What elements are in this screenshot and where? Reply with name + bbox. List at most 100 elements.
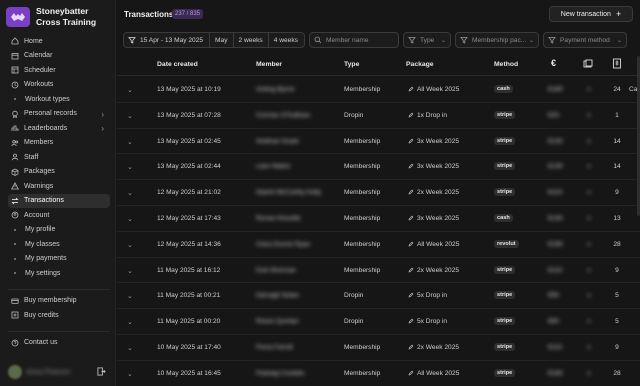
chevron-down-icon[interactable]: ⌄ xyxy=(127,189,134,197)
sidebar-item-workouts[interactable]: Workouts xyxy=(8,78,110,93)
sidebar-item-label: Leaderboards xyxy=(24,124,68,132)
chevron-down-icon[interactable]: ⌄ xyxy=(127,370,134,378)
sidebar-item-buy-credits[interactable]: Buy credits xyxy=(8,308,110,323)
dot-icon xyxy=(13,240,17,248)
column-type[interactable]: Type xyxy=(344,61,359,68)
date-cell: 10 May 2025 at 17:40 xyxy=(157,343,221,351)
chevron-down-icon[interactable]: ⌄ xyxy=(127,215,134,223)
avatar[interactable] xyxy=(8,365,22,379)
sidebar-item-my-settings[interactable]: My settings xyxy=(8,266,110,281)
date-cell: 13 May 2025 at 02:44 xyxy=(157,163,221,171)
chevron-down-icon[interactable]: ⌄ xyxy=(127,138,134,146)
package-name: 2x Week 2025 xyxy=(417,189,460,197)
member-cell[interactable]: Niamh McCarthy Kelly xyxy=(256,189,328,196)
sessions-icon[interactable] xyxy=(612,58,622,69)
sidebar-item-transactions[interactable]: Transactions xyxy=(8,193,110,208)
chevron-down-icon[interactable]: ⌄ xyxy=(127,86,134,94)
members-icon xyxy=(11,139,19,147)
sidebar-item-buy-membership[interactable]: Buy membership xyxy=(8,294,110,309)
member-cell[interactable]: Padraig Costello xyxy=(256,370,328,377)
chevron-right-icon[interactable]: › xyxy=(101,110,104,119)
chevron-down-icon[interactable]: ⌄ xyxy=(127,163,134,171)
page-title: Transactions xyxy=(124,10,174,19)
logout-icon[interactable] xyxy=(97,367,106,376)
sidebar-item-my-payments[interactable]: My payments xyxy=(8,252,110,267)
chevron-down-icon[interactable]: ⌄ xyxy=(127,292,134,300)
amount-cell: €180 xyxy=(548,369,563,377)
chevron-down-icon: ⌄ xyxy=(616,37,622,44)
date-range-filter[interactable]: 15 Apr - 13 May 2025 May 2 weeks 4 weeks xyxy=(123,32,305,48)
member-cell[interactable]: Siobhan Doyle xyxy=(256,138,328,145)
column-date-created[interactable]: Date created xyxy=(157,61,198,68)
type-filter[interactable]: Type ⌄ xyxy=(403,32,451,48)
sidebar-item-leaderboards[interactable]: Leaderboards › xyxy=(8,121,110,136)
type-cell: Membership xyxy=(344,163,381,171)
member-cell[interactable]: Cormac O'Sullivan xyxy=(256,112,328,119)
chevron-down-icon[interactable]: ⌄ xyxy=(127,318,134,326)
sidebar-item-my-classes[interactable]: My classes xyxy=(8,237,110,252)
member-cell[interactable]: Eoin Brennan xyxy=(256,267,328,274)
dot-icon xyxy=(13,95,17,103)
member-cell[interactable]: Aisling Byrne xyxy=(256,86,328,93)
blurred-value: ● xyxy=(587,343,591,351)
sidebar-item-my-profile[interactable]: My profile xyxy=(8,223,110,238)
sidebar-item-home[interactable]: Home xyxy=(8,34,110,49)
type-cell: Dropin xyxy=(344,292,364,300)
sidebar-item-scheduler[interactable]: Scheduler xyxy=(8,63,110,78)
table-row[interactable]: ⌄ 13 May 2025 at 10:19 Aisling Byrne Member… xyxy=(117,77,640,103)
chevron-down-icon[interactable]: ⌄ xyxy=(127,267,134,275)
package-cell: All Week 2025 xyxy=(408,241,459,248)
sidebar-item-personal-records[interactable]: Personal records › xyxy=(8,107,110,122)
table-row[interactable]: ⌄ 12 May 2025 at 21:02 Niamh McCarthy Kell… xyxy=(117,180,640,206)
sidebar-item-calendar[interactable]: Calendar xyxy=(8,49,110,64)
chevron-down-icon[interactable]: ⌄ xyxy=(127,241,134,249)
member-cell[interactable]: Ciara Dunne Ryan xyxy=(256,241,328,248)
table-row[interactable]: ⌄ 10 May 2025 at 17:40 Fiona Farrell Member… xyxy=(117,335,640,361)
table-row[interactable]: ⌄ 13 May 2025 at 07:28 Cormac O'Sullivan Dr… xyxy=(117,103,640,129)
chevron-down-icon[interactable]: ⌄ xyxy=(127,344,134,352)
member-cell[interactable]: Roisin Quinlan xyxy=(256,318,328,325)
method-badge: cash xyxy=(494,85,513,93)
table-row[interactable]: ⌄ 11 May 2025 at 00:21 Darragh Nolan Dropin… xyxy=(117,283,640,310)
chevron-down-icon[interactable]: ⌄ xyxy=(127,112,134,120)
payment-method-filter[interactable]: Payment method ⌄ xyxy=(543,32,627,48)
table-row[interactable]: ⌄ 11 May 2025 at 16:12 Eoin Brennan Members… xyxy=(117,258,640,284)
column-package[interactable]: Package xyxy=(406,61,434,68)
sidebar-item-members[interactable]: Members xyxy=(8,136,110,151)
table-row[interactable]: ⌄ 12 May 2025 at 14:36 Ciara Dunne Ryan Mem… xyxy=(117,232,640,258)
member-cell[interactable]: Ronan Kinsella xyxy=(256,215,328,222)
credits-icon[interactable] xyxy=(583,59,593,69)
sidebar-item-contact-us[interactable]: Contact us xyxy=(8,336,110,351)
member-cell[interactable]: Darragh Nolan xyxy=(256,292,328,299)
new-transaction-button[interactable]: New transaction + xyxy=(549,6,633,22)
blurred-value-cell: ● xyxy=(584,241,594,248)
sidebar-item-warnings[interactable]: Warnings xyxy=(8,179,110,194)
column-amount[interactable]: € xyxy=(551,58,556,68)
sidebar-item-label: My payments xyxy=(25,255,67,263)
table-row[interactable]: ⌄ 11 May 2025 at 00:20 Roisin Quinlan Dropi… xyxy=(117,309,640,335)
table-row[interactable]: ⌄ 12 May 2025 at 17:43 Ronan Kinsella Membe… xyxy=(117,206,640,232)
brand[interactable]: Stoneybatter Cross Training xyxy=(6,4,114,30)
sidebar-item-workout-types[interactable]: Workout types xyxy=(8,92,110,107)
column-method[interactable]: Method xyxy=(494,61,518,68)
preset-4-weeks[interactable]: 4 weeks xyxy=(267,33,303,47)
member-name-input[interactable]: Member name xyxy=(309,32,399,48)
method-badge: stripe xyxy=(494,291,516,300)
chevron-right-icon[interactable]: › xyxy=(101,124,104,133)
preset-may[interactable]: May xyxy=(209,33,232,47)
member-cell[interactable]: Fiona Farrell xyxy=(256,344,328,351)
sidebar-item-packages[interactable]: Packages xyxy=(8,165,110,180)
preset-2-weeks[interactable]: 2 weeks xyxy=(232,33,268,47)
member-cell[interactable]: Liam Walsh xyxy=(256,163,328,170)
table-row[interactable]: ⌄ 13 May 2025 at 02:45 Siobhan Doyle Member… xyxy=(117,129,640,155)
package-filter[interactable]: Membership pac... ⌄ xyxy=(455,32,539,48)
table-row[interactable]: ⌄ 10 May 2025 at 16:45 Padraig Costello Mem… xyxy=(117,361,640,386)
edit-icon xyxy=(408,344,414,350)
remaining-cell: 14 xyxy=(613,163,621,171)
type-cell: Dropin xyxy=(344,111,364,119)
method-badge: stripe xyxy=(494,162,516,171)
column-member[interactable]: Member xyxy=(256,61,282,68)
sidebar-item-staff[interactable]: Staff xyxy=(8,150,110,165)
table-row[interactable]: ⌄ 13 May 2025 at 02:44 Liam Walsh Membershi… xyxy=(117,154,640,181)
sidebar-item-account[interactable]: Account xyxy=(8,208,110,223)
